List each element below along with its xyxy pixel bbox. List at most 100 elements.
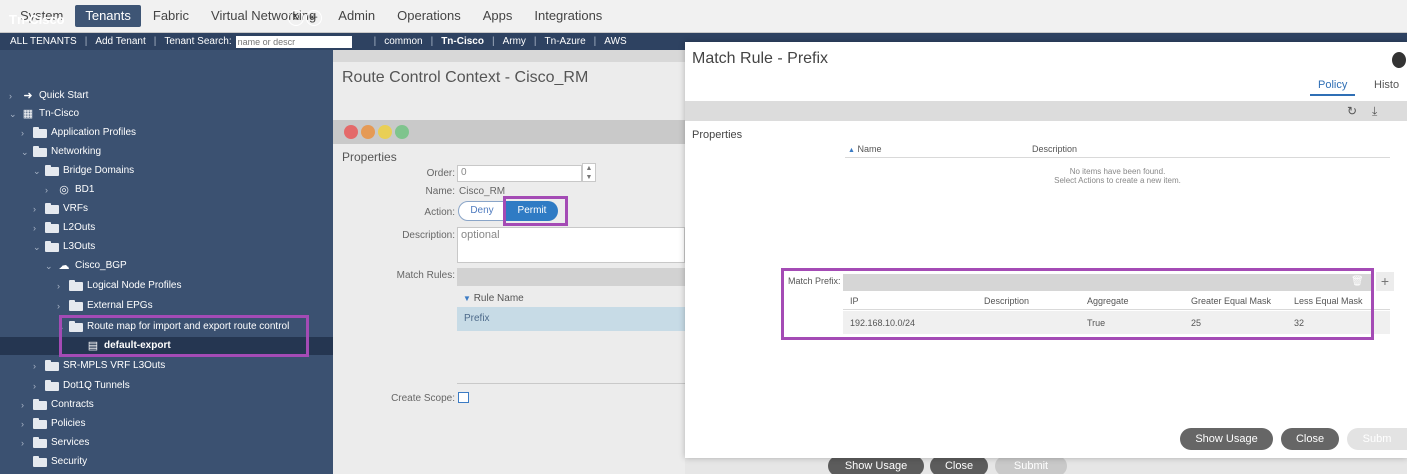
folder-icon xyxy=(45,202,59,214)
tree-item-external-epgs[interactable]: › External EPGs xyxy=(57,297,153,315)
caret-right-icon: › xyxy=(21,400,24,410)
bg-show-usage-button[interactable]: Show Usage xyxy=(828,456,924,474)
action-deny-button[interactable]: Deny xyxy=(458,201,506,221)
action-label: Action: xyxy=(424,207,455,218)
tenant-link-tn-cisco[interactable]: Tn-Cisco xyxy=(441,36,484,47)
folder-icon xyxy=(45,359,59,371)
tree-item-l2outs[interactable]: › L2Outs xyxy=(33,219,95,237)
tree-item-policies[interactable]: › Policies xyxy=(21,415,85,433)
tab-history[interactable]: Histo xyxy=(1374,79,1399,91)
caret-down-icon: ⌄ xyxy=(21,147,29,157)
divider xyxy=(845,157,1390,158)
tab-fabric[interactable]: Fabric xyxy=(143,5,199,27)
tenant-link-tn-azure[interactable]: Tn-Azure xyxy=(545,36,586,47)
add-prefix-button[interactable]: + xyxy=(1376,272,1394,291)
tree-refresh-icon[interactable]: ↻ xyxy=(288,10,304,26)
tree-item-networking[interactable]: ⌄ Networking xyxy=(21,143,101,161)
name-value: Cisco_RM xyxy=(459,186,506,197)
tenant-search-input[interactable] xyxy=(235,35,352,48)
caret-down-icon: ⌄ xyxy=(33,166,41,176)
folder-icon xyxy=(45,164,59,176)
minor-fault-icon[interactable] xyxy=(378,125,392,139)
description-label: Description: xyxy=(402,230,455,241)
add-tenant-link[interactable]: Add Tenant xyxy=(95,36,145,47)
show-usage-button[interactable]: Show Usage xyxy=(1180,428,1273,450)
tree-item-services[interactable]: › Services xyxy=(21,434,89,452)
tree-item-quick-start[interactable]: › ➜ Quick Start xyxy=(9,87,88,105)
highlight-box-permit xyxy=(503,196,568,226)
critical-fault-icon[interactable] xyxy=(344,125,358,139)
folder-icon xyxy=(33,455,47,467)
caret-down-icon: ⌄ xyxy=(45,261,53,271)
all-tenants-link[interactable]: ALL TENANTS xyxy=(10,36,77,47)
tree-item-logical-node-profiles[interactable]: › Logical Node Profiles xyxy=(57,277,182,295)
tenant-link-common[interactable]: common xyxy=(384,36,422,47)
caret-right-icon: › xyxy=(45,185,48,195)
tab-integrations[interactable]: Integrations xyxy=(524,5,612,27)
tree-item-cisco-bgp[interactable]: ⌄ ☁ Cisco_BGP xyxy=(45,257,127,275)
tree-item-bridge-domains[interactable]: ⌄ Bridge Domains xyxy=(33,162,134,180)
caret-right-icon: › xyxy=(21,419,24,429)
bg-close-button[interactable]: Close xyxy=(930,456,988,474)
tree-item-vrfs[interactable]: › VRFs xyxy=(33,200,88,218)
folder-icon xyxy=(45,240,59,252)
tree-actions: ↻ ⇤ xyxy=(288,10,322,26)
major-fault-icon[interactable] xyxy=(361,125,375,139)
tab-apps[interactable]: Apps xyxy=(473,5,523,27)
name-label: Name: xyxy=(425,186,455,197)
page-title: Route Control Context - Cisco_RM xyxy=(342,69,589,86)
active-tab-underline xyxy=(1310,94,1355,96)
tenant-link-army[interactable]: Army xyxy=(503,36,526,47)
match-rules-label: Match Rules: xyxy=(396,270,455,281)
create-scope-checkbox[interactable] xyxy=(458,392,469,403)
separator: | xyxy=(84,36,88,47)
tenant-icon: ▦ xyxy=(22,108,34,120)
empty-state-text: No items have been found. xyxy=(1069,167,1166,176)
tree-item-security[interactable]: Security xyxy=(21,453,87,471)
download-icon[interactable]: ⤓ xyxy=(1372,104,1377,119)
tree-item-l3outs[interactable]: ⌄ L3Outs xyxy=(33,238,95,256)
refresh-icon[interactable]: ↻ xyxy=(1347,104,1357,118)
description-column-header[interactable]: Description xyxy=(1032,144,1077,154)
help-icon[interactable] xyxy=(1392,52,1406,68)
caret-right-icon: › xyxy=(33,361,36,371)
folder-icon xyxy=(33,436,47,448)
folder-icon xyxy=(69,299,83,311)
match-rule-row[interactable]: Prefix xyxy=(457,307,685,331)
tree-item-bd1[interactable]: › ◎ BD1 xyxy=(45,181,94,199)
tree-collapse-icon[interactable]: ⇤ xyxy=(306,10,322,26)
warning-fault-icon[interactable] xyxy=(395,125,409,139)
dialog-properties-heading: Properties xyxy=(692,129,743,141)
tab-admin[interactable]: Admin xyxy=(328,5,385,27)
tree-item-sr-mpls-vrf-l3outs[interactable]: › SR-MPLS VRF L3Outs xyxy=(33,357,165,375)
caret-right-icon: › xyxy=(21,128,24,138)
separator: | xyxy=(430,36,434,47)
folder-icon xyxy=(33,417,47,429)
name-column-header[interactable]: ▲ Name xyxy=(848,144,881,154)
folder-icon xyxy=(33,145,47,157)
tab-policy[interactable]: Policy xyxy=(1318,79,1347,91)
fault-status-icons xyxy=(344,125,409,139)
order-input[interactable]: 0 xyxy=(457,165,582,182)
tab-tenants[interactable]: Tenants xyxy=(75,5,141,27)
separator: | xyxy=(593,36,597,47)
submit-button[interactable]: Subm xyxy=(1347,428,1407,450)
folder-icon xyxy=(33,126,47,138)
properties-heading: Properties xyxy=(342,150,397,164)
description-textarea[interactable]: optional xyxy=(457,227,685,263)
rule-name-header[interactable]: ▼ Rule Name xyxy=(463,293,524,304)
order-stepper[interactable]: ▲ ▼ xyxy=(582,163,596,182)
separator: | xyxy=(491,36,495,47)
match-rules-toolbar xyxy=(457,268,685,286)
sort-up-icon: ▲ xyxy=(848,147,855,154)
close-button[interactable]: Close xyxy=(1281,428,1339,450)
tree-item-application-profiles[interactable]: › Application Profiles xyxy=(21,124,136,142)
tree-item-contracts[interactable]: › Contracts xyxy=(21,396,94,414)
tab-operations[interactable]: Operations xyxy=(387,5,471,27)
tree-item-tn-cisco[interactable]: ⌄ ▦ Tn-Cisco xyxy=(9,105,79,123)
bg-submit-button[interactable]: Submit xyxy=(995,456,1067,474)
tenant-link-aws[interactable]: AWS xyxy=(604,36,626,47)
order-label: Order: xyxy=(426,168,455,179)
dialog-toolbar xyxy=(685,101,1407,121)
tree-item-dot1q-tunnels[interactable]: › Dot1Q Tunnels xyxy=(33,377,130,395)
